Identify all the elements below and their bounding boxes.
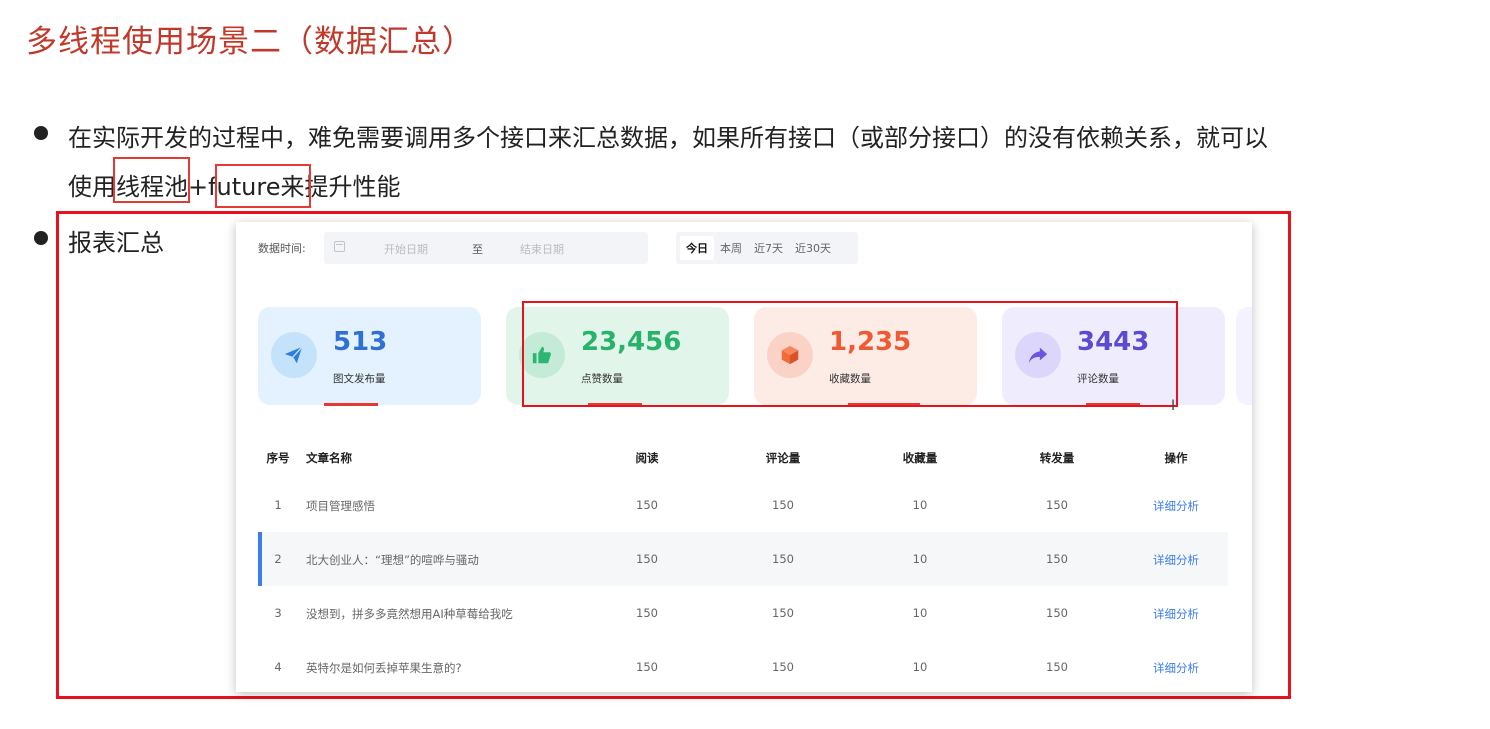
cell-favorites: 10 — [912, 498, 928, 512]
cell-favorites: 10 — [912, 552, 928, 566]
start-date-input[interactable]: 开始日期 — [384, 241, 428, 257]
highlight-box-future — [215, 164, 311, 208]
cell-forwards: 150 — [1046, 498, 1068, 512]
table-row: 2 北大创业人：“理想”的喧哗与骚动 150 150 10 150 详细分析 — [258, 532, 1228, 586]
cell-comments: 150 — [772, 606, 794, 620]
quick-range-tabs: 今日 本周 近7天 近30天 — [676, 232, 858, 264]
date-range-separator: 至 — [472, 243, 483, 256]
slide: 多线程使用场景二（数据汇总） 在实际开发的过程中，难免需要调用多个接口来汇总数据… — [0, 0, 1490, 729]
annotation-underline — [324, 403, 378, 406]
cell-reads: 150 — [636, 498, 658, 512]
col-header-comments: 评论量 — [765, 451, 801, 465]
cards-annotation-box — [522, 301, 1178, 407]
col-header-forwards: 转发量 — [1039, 451, 1075, 465]
col-header-favorites: 收藏量 — [902, 451, 938, 465]
row-selected-indicator — [258, 532, 262, 586]
cell-title: 项目管理感悟 — [306, 499, 375, 513]
cell-no: 2 — [274, 552, 282, 566]
col-header-title: 文章名称 — [306, 451, 352, 465]
cell-comments: 150 — [772, 660, 794, 674]
tab-last-30-days[interactable]: 近30天 — [789, 236, 837, 260]
cell-forwards: 150 — [1046, 552, 1068, 566]
col-header-no: 序号 — [266, 451, 290, 465]
stat-card-overflow — [1236, 307, 1252, 405]
paper-plane-icon — [271, 332, 317, 378]
cell-reads: 150 — [636, 552, 658, 566]
date-filter-label: 数据时间: — [258, 242, 306, 255]
bullet-dot — [34, 231, 48, 245]
date-range-picker[interactable]: 开始日期 至 结束日期 — [324, 232, 648, 264]
cell-title: 没想到，拼多多竟然想用AI种草莓给我吃 — [306, 607, 513, 621]
cell-no: 1 — [274, 498, 282, 512]
tab-last-7-days[interactable]: 近7天 — [748, 236, 789, 260]
tab-today[interactable]: 今日 — [680, 236, 714, 260]
table-row: 4 英特尔是如何丢掉苹果生意的? 150 150 10 150 详细分析 — [258, 640, 1228, 692]
cell-no: 3 — [274, 606, 282, 620]
report-dashboard: 数据时间: 开始日期 至 结束日期 今日 本周 近7天 近30天 513 图文发… — [236, 222, 1252, 692]
cell-comments: 150 — [772, 552, 794, 566]
end-date-input[interactable]: 结束日期 — [520, 241, 564, 257]
col-header-action: 操作 — [1164, 451, 1188, 465]
detail-analysis-link[interactable]: 详细分析 — [1138, 606, 1214, 622]
detail-analysis-link[interactable]: 详细分析 — [1138, 498, 1214, 514]
detail-analysis-link[interactable]: 详细分析 — [1138, 660, 1214, 676]
table-row: 1 项目管理感悟 150 150 10 150 详细分析 — [258, 478, 1228, 532]
cell-title: 北大创业人：“理想”的喧哗与骚动 — [306, 553, 479, 567]
stat-card-posts: 513 图文发布量 — [258, 307, 481, 406]
cell-forwards: 150 — [1046, 606, 1068, 620]
cell-comments: 150 — [772, 498, 794, 512]
cell-no: 4 — [274, 660, 282, 674]
highlight-box-threadpool — [113, 157, 190, 203]
cell-reads: 150 — [636, 606, 658, 620]
cell-favorites: 10 — [912, 660, 928, 674]
col-header-reads: 阅读 — [635, 451, 659, 465]
stat-value: 513 — [333, 327, 388, 357]
detail-analysis-link[interactable]: 详细分析 — [1138, 552, 1214, 568]
bullet-dot — [34, 126, 48, 140]
cell-reads: 150 — [636, 660, 658, 674]
cell-forwards: 150 — [1046, 660, 1068, 674]
stat-label: 图文发布量 — [333, 373, 386, 385]
bullet-text-line1: 在实际开发的过程中，难免需要调用多个接口来汇总数据，如果所有接口（或部分接口）的… — [68, 124, 1268, 152]
cell-favorites: 10 — [912, 606, 928, 620]
table-header: 序号 文章名称 阅读 评论量 收藏量 转发量 操作 — [258, 450, 1228, 472]
tab-this-week[interactable]: 本周 — [714, 236, 748, 260]
slide-title: 多线程使用场景二（数据汇总） — [26, 24, 474, 60]
text-cursor-icon: I — [1171, 398, 1176, 414]
table-row: 3 没想到，拼多多竟然想用AI种草莓给我吃 150 150 10 150 详细分… — [258, 586, 1228, 640]
cell-title: 英特尔是如何丢掉苹果生意的? — [306, 661, 462, 675]
calendar-icon — [334, 241, 345, 252]
